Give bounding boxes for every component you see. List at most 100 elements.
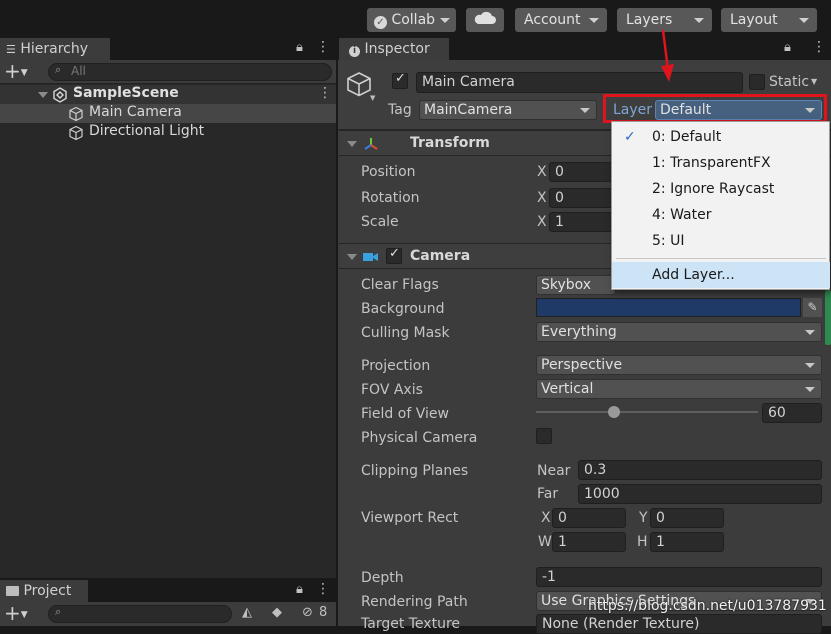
rotation-x-field[interactable]: 0: [549, 188, 615, 208]
layer-menu-item[interactable]: ✓ 0: Default: [612, 124, 830, 150]
vp-w-field[interactable]: 1: [552, 532, 626, 552]
list-icon: ☰: [6, 43, 16, 56]
target-texture-field[interactable]: None (Render Texture): [536, 614, 822, 634]
inspector-tab[interactable]: i Inspector: [339, 38, 449, 60]
transform-row-label: Position: [361, 164, 416, 180]
hierarchy-search-input[interactable]: ⌕ All: [48, 63, 332, 81]
chevron-down-icon: [589, 18, 599, 23]
inspector-scrollbar[interactable]: [825, 290, 831, 345]
filter-by-type-icon[interactable]: ◭: [242, 605, 252, 620]
chevron-down-icon: [805, 330, 815, 335]
layer-menu-item[interactable]: 2: Ignore Raycast: [612, 176, 830, 202]
axis-x-label: X: [537, 190, 547, 206]
layer-menu-item[interactable]: 5: UI: [612, 228, 830, 254]
vp-y-label: Y: [639, 510, 648, 526]
tag-label: Tag: [388, 102, 412, 118]
static-label: Static: [769, 74, 810, 90]
vp-x-field[interactable]: 0: [552, 508, 626, 528]
clipping-planes-label: Clipping Planes: [361, 463, 469, 479]
more-menu-icon[interactable]: ⋮: [812, 39, 826, 55]
watermark: https://blog.csdn.net/u013787931: [588, 598, 827, 614]
add-layer-item[interactable]: Add Layer...: [612, 262, 830, 288]
fold-arrow-icon[interactable]: [347, 141, 357, 147]
lock-icon[interactable]: 🔒︎: [784, 40, 791, 55]
fov-axis-label: FOV Axis: [361, 382, 423, 398]
target-texture-label: Target Texture: [361, 616, 461, 632]
hidden-packages-icon[interactable]: ⊘: [302, 605, 313, 620]
chevron-down-icon: [805, 387, 815, 392]
layout-button[interactable]: Layout: [721, 8, 817, 32]
more-menu-icon[interactable]: ⋮: [316, 39, 330, 55]
projection-dropdown[interactable]: Perspective: [536, 355, 822, 375]
info-icon: i: [349, 46, 360, 57]
scene-row[interactable]: SampleScene ⋮: [0, 85, 336, 104]
cloud-icon: [474, 11, 496, 24]
filter-by-label-icon[interactable]: ◆: [272, 605, 282, 620]
vp-h-field[interactable]: 1: [650, 532, 724, 552]
fov-label: Field of View: [361, 406, 449, 422]
tag-dropdown[interactable]: MainCamera: [419, 100, 597, 120]
layer-menu-item[interactable]: 1: TransparentFX: [612, 150, 830, 176]
gameobject-cube-icon: [347, 72, 371, 97]
create-button[interactable]: +▼: [4, 603, 36, 625]
fov-slider-thumb[interactable]: [607, 406, 620, 418]
camera-enabled-checkbox[interactable]: ✓: [386, 246, 402, 264]
axis-x-label: X: [537, 164, 547, 180]
layer-menu-item[interactable]: 4: Water: [612, 202, 830, 228]
project-tab[interactable]: Project: [0, 580, 88, 602]
chevron-down-icon[interactable]: ▼: [811, 77, 817, 86]
search-icon: ⌕: [55, 63, 62, 76]
chevron-down-icon[interactable]: ▼: [370, 94, 375, 102]
layer-menu: ✓ 0: Default 1: TransparentFX 2: Ignore …: [611, 121, 830, 290]
transform-row-label: Scale: [361, 214, 399, 230]
folder-icon: [6, 586, 19, 596]
clear-flags-dropdown[interactable]: Skybox: [536, 275, 616, 295]
unity-scene-icon: [53, 87, 67, 103]
far-field[interactable]: 1000: [578, 484, 822, 504]
project-search-input[interactable]: ⌕: [48, 605, 232, 623]
create-button[interactable]: +▼: [4, 61, 36, 83]
culling-mask-label: Culling Mask: [361, 325, 450, 341]
more-menu-icon[interactable]: ⋮: [316, 581, 330, 597]
physical-camera-checkbox[interactable]: [536, 428, 552, 444]
collab-check-icon: ✓: [374, 16, 387, 29]
fov-value-field[interactable]: 60: [762, 403, 822, 423]
account-button[interactable]: Account: [515, 8, 607, 32]
lock-icon[interactable]: 🔒︎: [296, 40, 303, 55]
chevron-down-icon: [805, 363, 815, 368]
vp-y-field[interactable]: 0: [650, 508, 724, 528]
chevron-down-icon: [580, 108, 590, 113]
collab-button[interactable]: ✓ Collab: [367, 8, 456, 32]
check-icon: ✓: [624, 129, 636, 145]
static-checkbox[interactable]: [749, 74, 765, 90]
depth-label: Depth: [361, 570, 404, 586]
object-name-input[interactable]: Main Camera: [416, 72, 743, 93]
culling-mask-dropdown[interactable]: Everything: [536, 322, 822, 342]
background-color-swatch[interactable]: [536, 298, 801, 317]
fov-slider-track[interactable]: [536, 406, 758, 418]
depth-field[interactable]: -1: [536, 567, 822, 587]
projection-label: Projection: [361, 358, 431, 374]
near-label: Near: [537, 463, 571, 479]
fov-axis-dropdown[interactable]: Vertical: [536, 379, 822, 399]
hierarchy-item[interactable]: Directional Light: [0, 123, 336, 142]
near-field[interactable]: 0.3: [578, 460, 822, 480]
active-checkbox[interactable]: ✓: [392, 71, 408, 89]
fold-arrow-icon[interactable]: [347, 254, 357, 260]
hierarchy-item[interactable]: Main Camera: [0, 104, 336, 123]
background-label: Background: [361, 301, 445, 317]
eyedropper-icon[interactable]: ✎: [803, 298, 822, 317]
layer-highlight-box: [603, 94, 827, 123]
scale-x-field[interactable]: 1: [549, 212, 615, 232]
lock-icon[interactable]: 🔒︎: [296, 582, 303, 597]
cloud-button[interactable]: [466, 8, 504, 32]
gameobject-cube-icon: [69, 106, 83, 122]
camera-icon: [363, 253, 378, 261]
vp-x-label: X: [541, 510, 551, 526]
fold-arrow-icon[interactable]: [38, 92, 48, 98]
hierarchy-tab[interactable]: ☰ Hierarchy: [0, 38, 110, 60]
gameobject-cube-icon: [69, 125, 83, 141]
position-x-field[interactable]: 0: [549, 162, 615, 182]
vp-h-label: H: [637, 534, 648, 550]
more-menu-icon[interactable]: ⋮: [318, 85, 332, 101]
